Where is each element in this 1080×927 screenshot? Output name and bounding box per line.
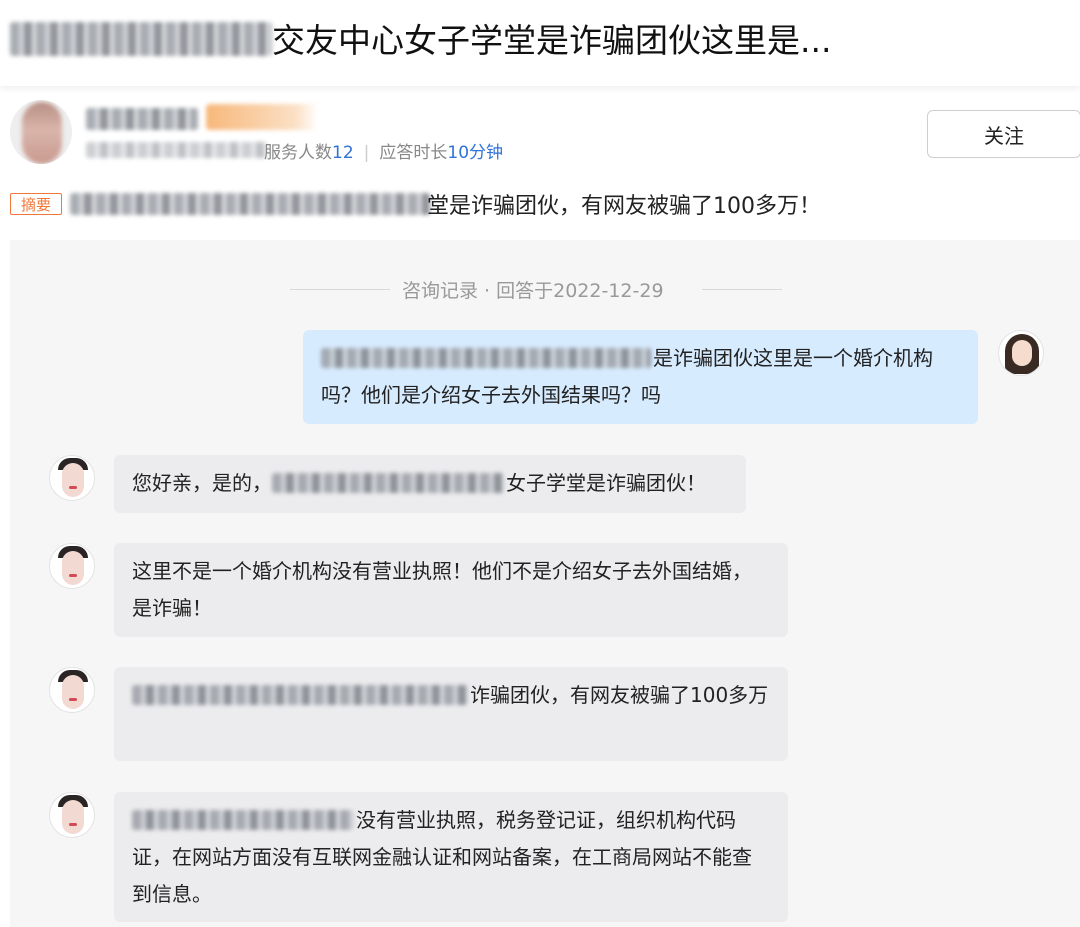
consultation-record-label: 咨询记录 · 回答于2022-12-29 — [402, 280, 664, 302]
answer-text: 诈骗团伙，有网友被骗了100多万 — [470, 683, 769, 707]
answer-bubble: 诈骗团伙，有网友被骗了100多万 — [114, 667, 788, 761]
answer-text: 您好亲，是的， — [132, 471, 272, 495]
redacted-title-prefix — [10, 22, 272, 56]
redacted-question-prefix — [321, 348, 651, 368]
summary-tag: 摘要 — [10, 193, 62, 215]
redacted-answer-segment — [132, 685, 468, 705]
user-avatar — [998, 330, 1044, 376]
answer-text: 这里不是一个婚介机构没有营业执照！他们不是介绍女子去外国结婚，是诈骗！ — [132, 559, 752, 620]
user-question-bubble: 是诈骗团伙这里是一个婚介机构吗？他们是介绍女子去外国结果吗？吗 — [303, 330, 978, 424]
expert-avatar[interactable] — [10, 100, 72, 164]
answer-text: 女子学堂是诈骗团伙！ — [506, 471, 706, 495]
divider-right — [702, 289, 782, 290]
redacted-answer-segment — [132, 810, 354, 830]
expert-stats: 服务人数12 | 应答时长10分钟 — [264, 138, 503, 163]
follow-button[interactable]: 关注 — [927, 110, 1080, 158]
redacted-expert-name — [86, 108, 198, 130]
answer-bubble: 没有营业执照，税务登记证，组织机构代码证，在网站方面没有互联网金融认证和网站备案… — [114, 792, 788, 922]
response-time-label: 应答时长 — [379, 143, 448, 163]
expert-avatar-small — [49, 792, 95, 838]
summary-text: 堂是诈骗团伙，有网友被骗了100多万！ — [427, 194, 821, 219]
divider-left — [290, 289, 390, 290]
redacted-answer-segment — [272, 473, 504, 493]
title-bar: 交友中心女子学堂是诈骗团伙这里是... — [0, 0, 1080, 86]
redacted-expert-badge — [206, 104, 318, 130]
redacted-summary-prefix — [70, 193, 430, 215]
page-title: 交友中心女子学堂是诈骗团伙这里是... — [272, 21, 832, 60]
redacted-expert-meta — [86, 142, 268, 158]
expert-avatar-small — [49, 455, 95, 501]
answer-bubble: 这里不是一个婚介机构没有营业执照！他们不是介绍女子去外国结婚，是诈骗！ — [114, 543, 788, 637]
expert-avatar-small — [49, 667, 95, 713]
service-count: 12 — [332, 143, 354, 163]
response-time: 10分钟 — [447, 143, 504, 163]
stats-separator: | — [363, 143, 370, 163]
answer-bubble: 您好亲，是的， 女子学堂是诈骗团伙！ — [114, 455, 746, 513]
expert-avatar-small — [49, 543, 95, 589]
service-count-label: 服务人数 — [264, 143, 332, 163]
